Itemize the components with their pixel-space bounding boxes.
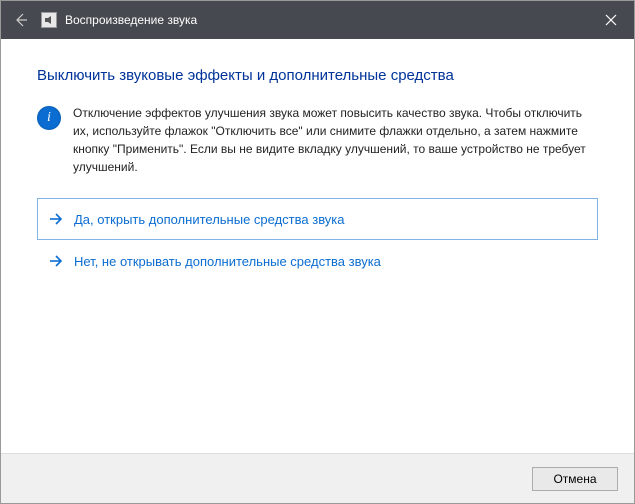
close-icon <box>605 14 617 26</box>
option-no-link[interactable]: Нет, не открывать дополнительные средств… <box>37 240 598 282</box>
close-button[interactable] <box>588 1 634 39</box>
app-icon <box>41 12 57 28</box>
dialog-window: Воспроизведение звука Выключить звуковые… <box>0 0 635 504</box>
info-text: Отключение эффектов улучшения звука може… <box>73 104 598 176</box>
back-button[interactable] <box>1 1 41 39</box>
window-title: Воспроизведение звука <box>65 13 197 27</box>
arrow-right-icon <box>48 211 64 227</box>
arrow-right-icon <box>48 253 64 269</box>
option-no-label: Нет, не открывать дополнительные средств… <box>74 254 381 269</box>
info-row: i Отключение эффектов улучшения звука мо… <box>37 104 598 176</box>
info-icon: i <box>37 106 61 130</box>
content-area: Выключить звуковые эффекты и дополнитель… <box>1 39 634 453</box>
cancel-button[interactable]: Отмена <box>532 467 618 491</box>
titlebar: Воспроизведение звука <box>1 1 634 39</box>
option-yes-link[interactable]: Да, открыть дополнительные средства звук… <box>37 198 598 240</box>
speaker-icon <box>44 15 54 25</box>
arrow-left-icon <box>13 12 29 28</box>
footer: Отмена <box>1 453 634 503</box>
option-yes-label: Да, открыть дополнительные средства звук… <box>74 212 345 227</box>
page-heading: Выключить звуковые эффекты и дополнитель… <box>37 67 598 84</box>
